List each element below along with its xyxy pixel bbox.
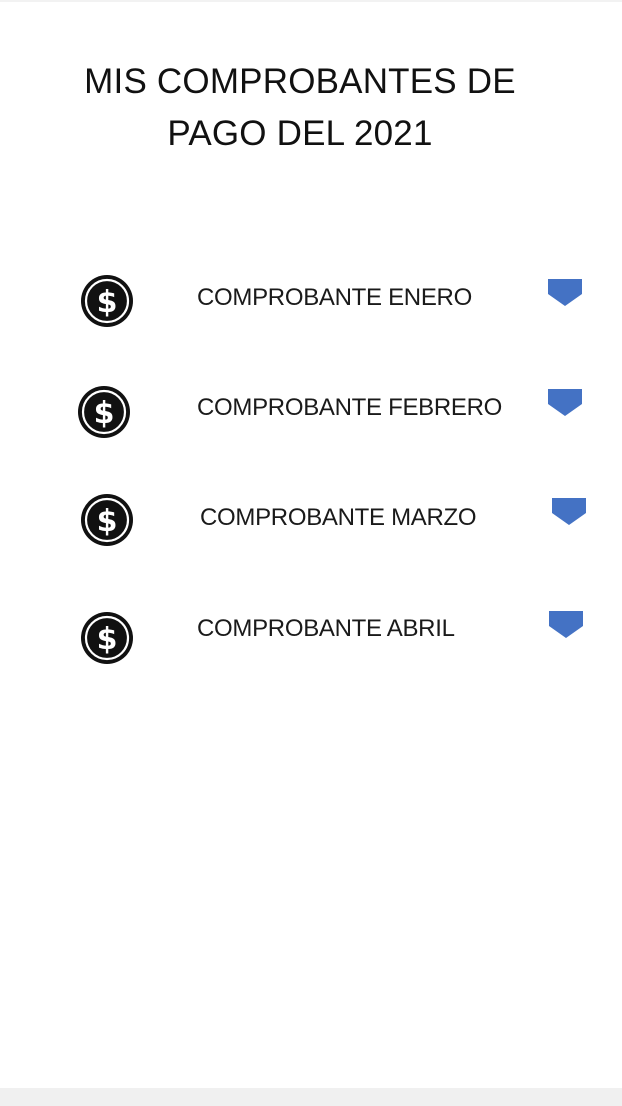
payment-receipts-screen: MIS COMPROBANTES DE PAGO DEL 2021 $ COMP…	[0, 0, 622, 1106]
receipt-item-marzo[interactable]: $ COMPROBANTE MARZO	[0, 488, 622, 558]
svg-text:$: $	[97, 622, 118, 657]
receipt-item-enero[interactable]: $ COMPROBANTE ENERO	[0, 268, 622, 338]
dollar-coin-icon: $	[81, 275, 133, 327]
dollar-coin-icon: $	[81, 494, 133, 546]
dollar-coin-icon: $	[81, 612, 133, 664]
page-title-line-1: MIS COMPROBANTES DE	[84, 62, 516, 101]
chevron-down-icon[interactable]	[549, 611, 583, 639]
dollar-coin-icon: $	[78, 386, 130, 438]
receipt-label: COMPROBANTE FEBRERO	[197, 394, 502, 421]
svg-text:$: $	[94, 396, 115, 431]
receipt-label: COMPROBANTE MARZO	[200, 504, 477, 531]
page-title: MIS COMPROBANTES DE PAGO DEL 2021	[40, 56, 560, 160]
svg-text:$: $	[97, 504, 118, 539]
svg-text:$: $	[97, 285, 118, 320]
chevron-down-icon[interactable]	[552, 498, 586, 526]
top-divider	[0, 0, 622, 2]
page-title-line-2: PAGO DEL 2021	[167, 114, 433, 153]
bottom-bar	[0, 1088, 622, 1106]
chevron-down-icon[interactable]	[548, 389, 582, 417]
receipt-item-febrero[interactable]: $ COMPROBANTE FEBRERO	[0, 378, 622, 448]
receipt-label: COMPROBANTE ABRIL	[197, 615, 455, 642]
receipt-item-abril[interactable]: $ COMPROBANTE ABRIL	[0, 602, 622, 672]
chevron-down-icon[interactable]	[548, 279, 582, 307]
receipt-label: COMPROBANTE ENERO	[197, 284, 472, 311]
